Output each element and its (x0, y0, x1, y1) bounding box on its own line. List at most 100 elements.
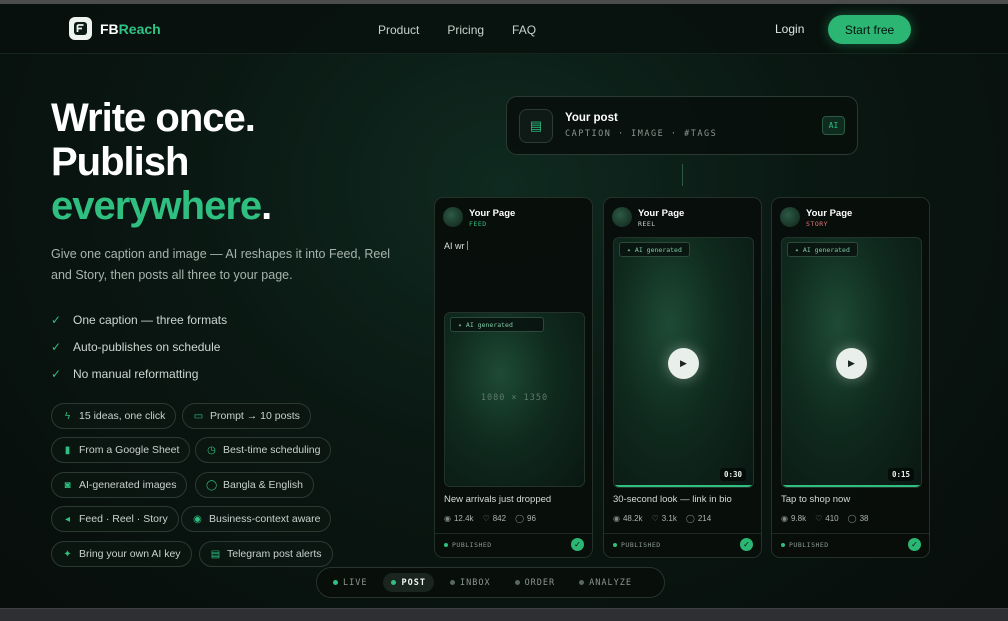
status-dot (391, 580, 397, 585)
play-icon: ▶ (680, 358, 687, 368)
engagement-stats: ◉ 48.2k ♡ 3.1k ◯ 214 (613, 514, 711, 523)
avatar (443, 207, 463, 227)
eye-icon: ◉ (613, 514, 620, 523)
check-icon: ✓ (51, 366, 62, 381)
feature-chip[interactable]: ◙ AI-generated images (51, 472, 188, 498)
format-label: STORY (806, 220, 829, 228)
feature-chip[interactable]: ◉ Business-context aware (181, 506, 332, 532)
check-circle-icon: ✓ (740, 538, 753, 551)
page-name: Your Page (469, 208, 516, 219)
nav-link-faq[interactable]: FAQ (512, 23, 536, 37)
comment-icon: ◯ (685, 514, 695, 523)
post-caption: Tap to shop now (781, 494, 851, 505)
camera-icon: ◙ (64, 479, 71, 491)
publish-status: PUBLISHED (613, 541, 661, 549)
engagement-stats: ◉ 12.4k ♡ 842 ◯ 96 (444, 514, 536, 523)
megaphone-icon: ◂ (64, 513, 71, 525)
tab-inbox[interactable]: INBOX (442, 573, 499, 592)
feed-preview-card: Your Page FEED AI wr ✦ AI generated 1080 … (434, 197, 593, 558)
text-caret (466, 241, 468, 250)
play-button[interactable]: ▶ (836, 348, 867, 379)
page-name: Your Page (638, 208, 685, 219)
login-link[interactable]: Login (775, 22, 804, 36)
flow-connector (682, 164, 683, 186)
video-duration: 0:15 (887, 468, 914, 481)
video-duration: 0:30 (719, 468, 746, 481)
post-icon: ▤ (519, 109, 553, 143)
nav-links: Product Pricing FAQ (378, 23, 536, 37)
divider (604, 533, 761, 534)
check-icon: ✓ (51, 312, 62, 327)
avatar (780, 207, 800, 227)
comments-stat: ◯ 38 (847, 514, 869, 523)
status-dot (613, 543, 617, 547)
status-dot (781, 543, 785, 547)
ai-generated-badge: ✦ AI generated (619, 242, 690, 257)
logo-icon (69, 17, 92, 40)
start-free-button[interactable]: Start free (828, 15, 911, 44)
chart-icon: ▮ (64, 444, 71, 456)
post-meta: CAPTION · IMAGE · #TAGS (565, 129, 718, 139)
views-stat: ◉ 12.4k (444, 514, 474, 523)
heart-icon: ♡ (651, 514, 659, 523)
views-stat: ◉ 48.2k (613, 514, 643, 523)
status-dot (579, 580, 585, 585)
tab-post[interactable]: POST (383, 573, 434, 592)
feature-chip[interactable]: ▭ Prompt → 10 posts (182, 403, 311, 429)
heart-icon: ♡ (815, 514, 823, 523)
nav-link-product[interactable]: Product (378, 23, 419, 37)
source-post-card: ▤ Your post CAPTION · IMAGE · #TAGS (506, 96, 858, 155)
feature-chip[interactable]: ◂ Feed · Reel · Story (51, 506, 179, 532)
nav-link-pricing[interactable]: Pricing (447, 23, 484, 37)
story-video: ✦ AI generated ▶ 0:15 (781, 237, 922, 488)
status-dot (449, 580, 455, 585)
post-caption: 30-second look — link in bio (613, 494, 732, 505)
likes-stat: ♡ 3.1k (651, 514, 677, 523)
hero-subtitle: Give one caption and image — AI reshapes… (51, 247, 391, 282)
video-progress (782, 485, 921, 487)
tab-live[interactable]: LIVE (325, 573, 375, 592)
check-icon: ✓ (51, 339, 62, 354)
chat-icon: ◯ (206, 479, 218, 491)
feature-chip[interactable]: ✦ Bring your own AI key (51, 541, 192, 567)
play-icon: ▶ (848, 358, 855, 368)
feature-chip[interactable]: ▮ From a Google Sheet (51, 437, 191, 463)
comments-stat: ◯ 214 (685, 514, 712, 523)
checklist-item: ✓ No manual reformatting (51, 366, 199, 381)
publish-status: PUBLISHED (444, 541, 492, 549)
tab-order[interactable]: ORDER (507, 573, 564, 592)
sparkle-icon: ✦ (458, 320, 462, 329)
video-progress (614, 485, 753, 487)
tab-analyze[interactable]: ANALYZE (571, 573, 640, 592)
top-nav: FBReach Product Pricing FAQ Login Start … (0, 4, 1008, 54)
engagement-stats: ◉ 9.8k ♡ 410 ◯ 38 (781, 514, 869, 523)
eye-icon: ◉ (193, 513, 202, 525)
feature-chip[interactable]: ϟ 15 ideas, one click (51, 403, 177, 429)
feed-image: ✦ AI generated 1080 × 1350 (444, 312, 585, 487)
format-label: FEED (469, 220, 487, 228)
ai-generated-badge: ✦ AI generated (787, 242, 858, 257)
comments-stat: ◯ 96 (515, 514, 536, 523)
format-label: REEL (638, 220, 656, 228)
check-circle-icon: ✓ (908, 538, 921, 551)
feature-checklist: ✓ One caption — three formats ✓ Auto-publi… (51, 306, 227, 387)
publish-status: PUBLISHED (781, 541, 829, 549)
likes-stat: ♡ 842 (482, 514, 507, 523)
page-name: Your Page (806, 208, 853, 219)
os-taskbar (0, 608, 1008, 621)
play-button[interactable]: ▶ (668, 348, 699, 379)
brand-logo[interactable]: FBReach (69, 17, 161, 40)
eye-icon: ◉ (781, 514, 788, 523)
bolt-icon: ϟ (64, 410, 71, 422)
feature-chip[interactable]: ◷ Best-time scheduling (195, 437, 332, 463)
status-dot (444, 543, 448, 547)
feature-chip[interactable]: ▤ Telegram post alerts (199, 541, 333, 567)
reel-video: ✦ AI generated ▶ 0:30 (613, 237, 754, 488)
feature-chip[interactable]: ◯ Bangla & English (195, 472, 314, 498)
likes-stat: ♡ 410 (815, 514, 839, 523)
heart-icon: ♡ (482, 514, 490, 523)
status-dot (333, 580, 338, 585)
sparkle-icon: ✦ (627, 245, 631, 254)
checklist-item: ✓ One caption — three formats (51, 312, 228, 327)
sparkle-icon: ✦ (795, 245, 799, 254)
